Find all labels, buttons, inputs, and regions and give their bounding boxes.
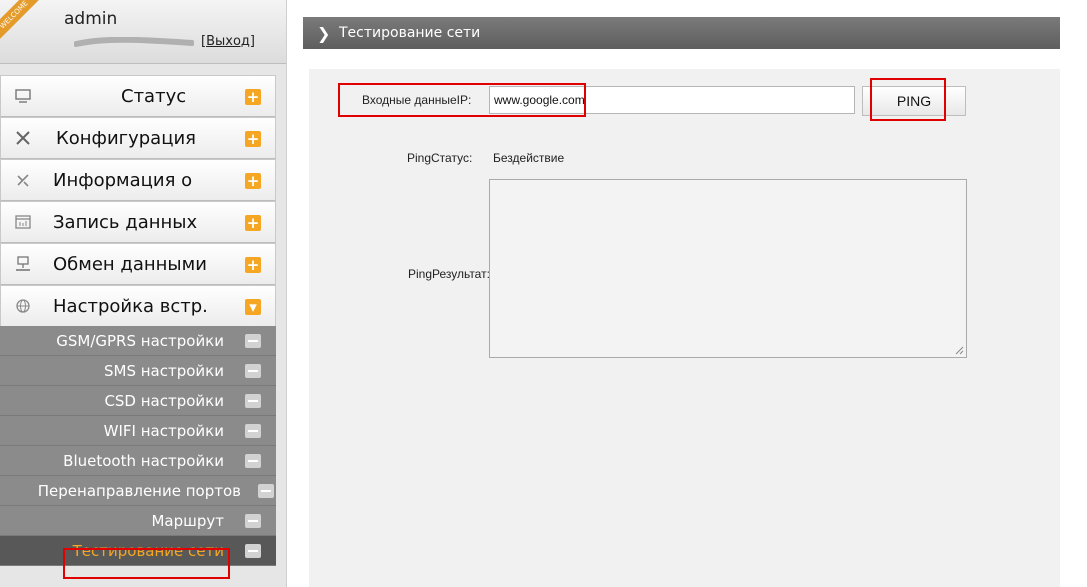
submenu-item-label: Bluetooth настройки	[63, 452, 224, 470]
menu-item-log[interactable]: Запись данных +	[0, 201, 276, 243]
submenu-item-gsm[interactable]: GSM/GPRS настройки	[0, 326, 276, 356]
submenu-item-bluetooth[interactable]: Bluetooth настройки	[0, 446, 276, 476]
ip-input-label: Входные данныеIP:	[362, 93, 472, 107]
main-panel: ❯ Тестирование сети Входные данныеIP: PI…	[303, 17, 1060, 587]
submenu-item-label: Тестирование сети	[72, 542, 224, 560]
ping-result-label: PingРезультат:	[408, 267, 490, 281]
expand-icon[interactable]: +	[245, 89, 261, 105]
collapse-icon[interactable]: ▾	[245, 299, 261, 315]
menu-item-status[interactable]: Статус +	[0, 75, 276, 117]
expand-icon[interactable]: +	[245, 257, 261, 273]
menu-item-label: Конфигурация	[56, 128, 196, 149]
minus-icon[interactable]	[245, 394, 261, 408]
minus-icon[interactable]	[245, 424, 261, 438]
calendar-icon	[14, 213, 32, 231]
submenu-item-port-forwarding[interactable]: Перенаправление портов	[0, 476, 276, 506]
submenu-item-sms[interactable]: SMS настройки	[0, 356, 276, 386]
satellite-icon	[14, 171, 32, 189]
user-panel: WELCOME admin [Выход]	[0, 0, 286, 64]
logout-link[interactable]: [Выход]	[201, 34, 255, 49]
minus-icon[interactable]	[258, 484, 274, 498]
submenu-item-network-test[interactable]: Тестирование сети	[0, 536, 276, 566]
minus-icon[interactable]	[245, 334, 261, 348]
expand-icon[interactable]: +	[245, 173, 261, 189]
expand-icon[interactable]: +	[245, 131, 261, 147]
sidebar: WELCOME admin [Выход] Статус + Конфигура…	[0, 0, 287, 587]
menu-item-info[interactable]: Информация о +	[0, 159, 276, 201]
resize-grip-icon[interactable]	[954, 345, 964, 355]
minus-icon[interactable]	[245, 364, 261, 378]
menu-item-label: Статус	[121, 86, 187, 107]
menu-item-label: Информация о	[53, 170, 193, 191]
main-menu: Статус + Конфигурация + Информация о + З…	[0, 75, 276, 327]
username: admin	[64, 9, 118, 29]
network-icon	[14, 255, 32, 273]
menu-item-label: Обмен данными	[53, 254, 207, 275]
submenu-item-csd[interactable]: CSD настройки	[0, 386, 276, 416]
submenu-item-label: GSM/GPRS настройки	[56, 332, 224, 350]
tools-icon	[14, 129, 32, 147]
chevron-right-icon: ❯	[317, 24, 331, 43]
submenu-item-route[interactable]: Маршрут	[0, 506, 276, 536]
submenu-item-wifi[interactable]: WIFI настройки	[0, 416, 276, 446]
ping-result-textarea[interactable]	[489, 179, 967, 358]
minus-icon[interactable]	[245, 514, 261, 528]
ping-status-value: Бездействие	[493, 151, 565, 165]
monitor-icon	[14, 87, 32, 105]
minus-icon[interactable]	[245, 454, 261, 468]
menu-item-config[interactable]: Конфигурация +	[0, 117, 276, 159]
expand-icon[interactable]: +	[245, 215, 261, 231]
page-header: ❯ Тестирование сети	[303, 17, 1060, 49]
ping-status-label: PingСтатус:	[407, 151, 473, 165]
globe-icon	[14, 297, 32, 315]
submenu-item-label: Перенаправление портов	[37, 482, 241, 500]
masked-user-id	[74, 37, 194, 47]
settings-submenu: GSM/GPRS настройки SMS настройки CSD нас…	[0, 326, 276, 566]
menu-item-exchange[interactable]: Обмен данными +	[0, 243, 276, 285]
submenu-item-label: WIFI настройки	[103, 422, 224, 440]
minus-icon[interactable]	[245, 544, 261, 558]
submenu-item-label: CSD настройки	[104, 392, 224, 410]
menu-item-label: Настройка встр.	[53, 296, 208, 317]
ip-input[interactable]	[489, 86, 855, 114]
ping-button[interactable]: PING	[862, 86, 966, 116]
page-title: Тестирование сети	[339, 25, 481, 41]
menu-item-label: Запись данных	[53, 212, 198, 233]
submenu-item-label: Маршрут	[151, 512, 224, 530]
menu-item-settings[interactable]: Настройка встр. ▾	[0, 285, 276, 327]
network-test-form: Входные данныеIP: PING PingСтатус: Безде…	[309, 69, 1060, 587]
submenu-item-label: SMS настройки	[104, 362, 224, 380]
welcome-ribbon: WELCOME	[0, 0, 39, 40]
